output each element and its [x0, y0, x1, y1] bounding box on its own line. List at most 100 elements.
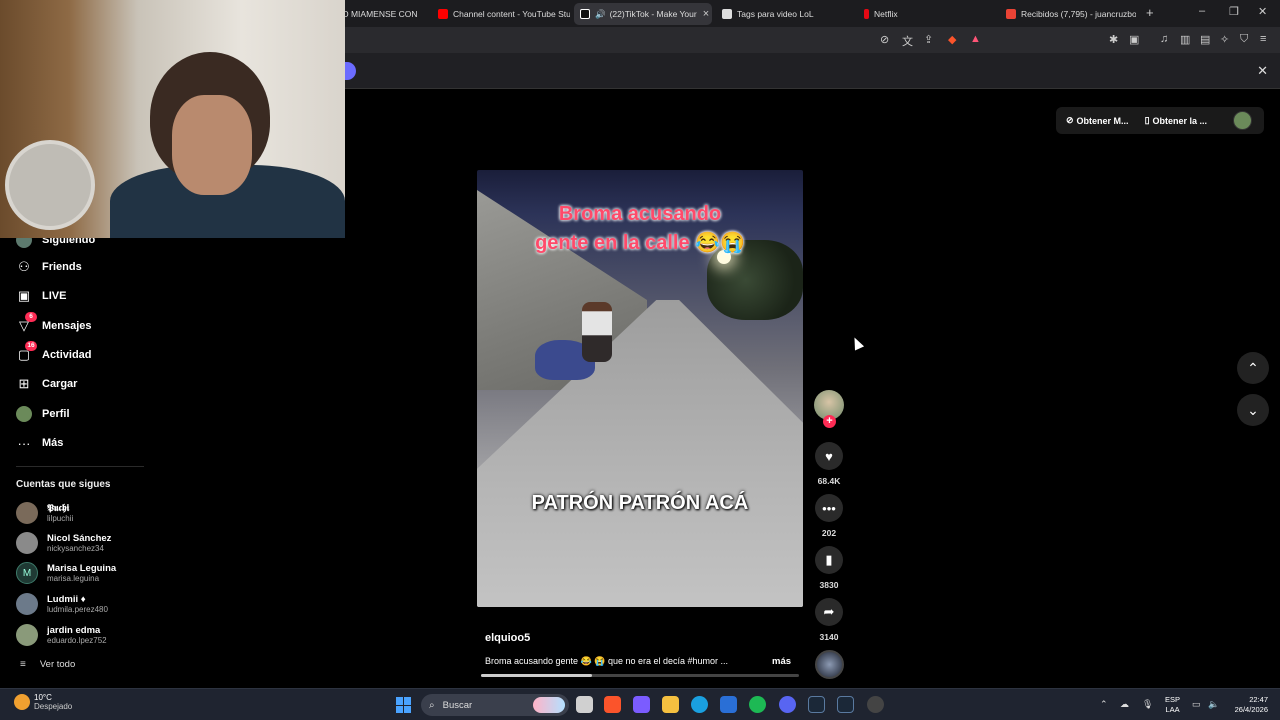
language: ESP: [1165, 695, 1181, 704]
list-item[interactable]: jardin edma eduardo.lpez752: [16, 624, 107, 646]
steam-icon-2[interactable]: [837, 696, 854, 713]
display-icon[interactable]: ▭: [1192, 699, 1201, 710]
share-icon[interactable]: ⇪: [924, 33, 933, 46]
user-avatar[interactable]: [1233, 111, 1252, 130]
webcam-overlay: [0, 0, 345, 238]
spotify-icon[interactable]: [749, 696, 766, 713]
next-video-button[interactable]: ⌄: [1237, 394, 1269, 426]
list-item[interactable]: Ludmii ♦ ludmila.perez480: [16, 593, 108, 615]
screenshot-icon[interactable]: ▣: [1129, 33, 1139, 46]
tab-miamense[interactable]: O MIAMENSE CON: [336, 3, 428, 25]
sidebar-item-messages[interactable]: ▽ 6 Mensajes: [16, 312, 92, 336]
menu-icon[interactable]: ≡: [1260, 33, 1266, 45]
info-bar-close-icon[interactable]: ✕: [1257, 63, 1268, 79]
tiktok-icon: [580, 9, 590, 19]
list-item[interactable]: Nicol Sánchez nickysanchez34: [16, 532, 111, 554]
follow-button[interactable]: +: [823, 415, 836, 428]
sidebar-item-friends[interactable]: ⚇ Friends: [16, 257, 82, 277]
translate-icon[interactable]: 文: [902, 33, 913, 49]
like-count: 68.4K: [817, 476, 841, 486]
sidebar-item-activity[interactable]: ▢ 16 Actividad: [16, 341, 92, 365]
media-icon[interactable]: ♫: [1160, 33, 1168, 45]
leo-ai-icon[interactable]: ✧: [1220, 33, 1229, 46]
list-item[interactable]: 𝕻𝖚𝖈𝖍𝖎 lilpuchii: [16, 502, 73, 524]
share-button[interactable]: ➦: [815, 598, 843, 626]
brave-icon[interactable]: [604, 696, 621, 713]
keyboard-layout: LAA: [1165, 705, 1180, 714]
app-icon-2[interactable]: [867, 696, 884, 713]
start-button[interactable]: [396, 697, 412, 713]
minimize-button[interactable]: –: [1199, 5, 1205, 17]
list-item[interactable]: M Marisa Leguina marisa.leguina: [16, 562, 116, 584]
weather-widget[interactable]: 10°C Despejado: [14, 693, 72, 711]
share-arrow-icon: ➦: [823, 604, 835, 619]
close-window-button[interactable]: ✕: [1258, 5, 1267, 18]
get-app-button-1[interactable]: ⊘ Obtener M...: [1066, 115, 1129, 126]
sidebar: Siguiendo ⚇ Friends ▣ LIVE ▽ 6 Mensajes …: [0, 232, 150, 688]
sidebar-item-upload[interactable]: ⊞ Cargar: [16, 374, 78, 394]
edge-icon[interactable]: [691, 696, 708, 713]
tray-chevron-icon[interactable]: ⌃: [1100, 699, 1108, 710]
clock[interactable]: 22:47 26/4/2026: [1226, 695, 1268, 715]
activity-badge: 16: [25, 341, 37, 351]
vpn-icon[interactable]: ⛉: [1240, 33, 1248, 46]
new-tab-button[interactable]: +: [1146, 5, 1154, 20]
sidebar-item-more[interactable]: ··· Más: [16, 433, 64, 453]
video-player[interactable]: Broma acusando gente en la calle 😂😭 PATR…: [477, 170, 803, 607]
sidebar-toggle-icon[interactable]: ▥: [1180, 33, 1190, 46]
tab-close-icon[interactable]: ×: [697, 8, 709, 20]
sidebar-item-live[interactable]: ▣ LIVE: [16, 286, 67, 306]
messages-icon: ▽ 6: [16, 312, 37, 334]
video-description: Broma acusando gente 😂 😭 que no era el d…: [485, 656, 729, 666]
comment-count: 202: [821, 528, 837, 538]
tab-youtube-studio[interactable]: Channel content - YouTube Stu: [432, 3, 570, 25]
webcam-fan: [5, 140, 95, 230]
sidebar-item-profile[interactable]: Perfil: [16, 404, 70, 424]
volume-icon[interactable]: 🔈: [1208, 699, 1219, 710]
video-person: [582, 302, 612, 362]
music-disc-icon[interactable]: [815, 650, 844, 679]
extensions-icon[interactable]: ✱: [1109, 33, 1118, 46]
comment-button[interactable]: •••: [815, 494, 843, 522]
tab-tiktok[interactable]: 🔊 (22)TikTok - Make Your ×: [574, 3, 712, 25]
brave-rewards-icon[interactable]: ▲: [970, 33, 981, 45]
bookmark-icon: ▮: [825, 552, 833, 567]
language-indicator[interactable]: ESP LAA: [1165, 695, 1180, 715]
taskbar-search[interactable]: ⌕ Buscar: [421, 694, 569, 716]
like-button[interactable]: ♥: [815, 442, 843, 470]
tab-gmail[interactable]: Recibidos (7,795) - juancruzbo: [1000, 3, 1136, 25]
weather-condition: Despejado: [34, 702, 73, 711]
tab-netflix[interactable]: Netflix: [858, 3, 996, 25]
see-all-button[interactable]: ≡ Ver todo: [20, 659, 75, 670]
netflix-icon: [864, 9, 869, 19]
discord-icon[interactable]: [779, 696, 796, 713]
network-tray-icon[interactable]: ☁: [1120, 699, 1129, 710]
wallet-icon[interactable]: ▤: [1200, 33, 1210, 46]
live-icon: ▣: [17, 288, 31, 303]
messages-badge: 6: [25, 312, 37, 322]
brave-shields-icon[interactable]: ◆: [948, 33, 956, 46]
maximize-button[interactable]: ❐: [1229, 5, 1239, 18]
avatar: M: [16, 562, 38, 584]
steam-icon[interactable]: [808, 696, 825, 713]
app-icon[interactable]: [633, 696, 650, 713]
mic-icon[interactable]: 🎙: [1142, 699, 1153, 710]
more-button[interactable]: más: [772, 656, 791, 667]
save-button[interactable]: ▮: [815, 546, 843, 574]
get-app-button-2[interactable]: ▯ Obtener la ...: [1145, 115, 1207, 126]
video-progress-bar[interactable]: [481, 674, 799, 677]
tab-tags-lol[interactable]: Tags para video LoL: [716, 3, 854, 25]
following-accounts-heading: Cuentas que sigues: [16, 479, 111, 490]
screen: O MIAMENSE CON Channel content - YouTube…: [0, 0, 1280, 720]
store-icon[interactable]: [720, 696, 737, 713]
previous-video-button[interactable]: ⌃: [1237, 352, 1269, 384]
date: 26/4/2026: [1234, 705, 1268, 714]
file-explorer-icon[interactable]: [662, 696, 679, 713]
time: 22:47: [1249, 695, 1268, 704]
task-view-icon[interactable]: [576, 696, 593, 713]
activity-icon: ▢ 16: [16, 341, 37, 363]
no-cast-icon[interactable]: ⊘: [880, 33, 889, 46]
chevron-down-icon: ⌄: [1247, 401, 1259, 418]
video-author[interactable]: elquioo5: [485, 632, 530, 644]
list-icon: ≡: [20, 659, 26, 670]
